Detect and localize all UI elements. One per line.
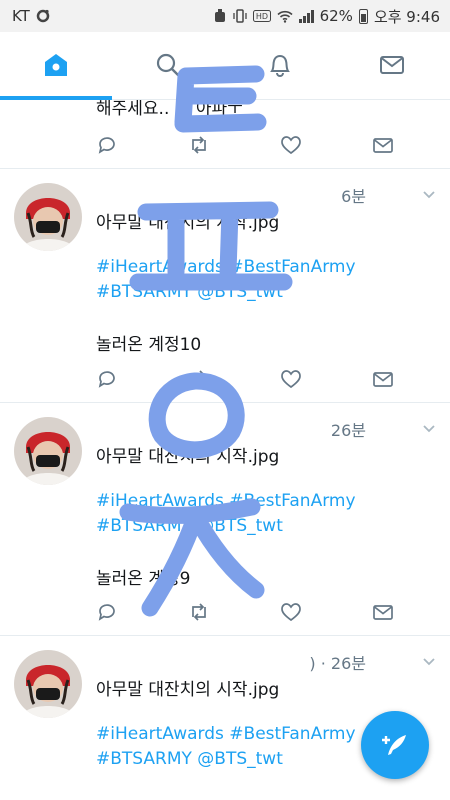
tweet-actions <box>96 134 406 158</box>
dm-share-icon[interactable] <box>372 368 394 390</box>
tab-notifications[interactable] <box>224 32 336 98</box>
retweet-icon[interactable] <box>188 134 210 156</box>
compose-tweet-button[interactable] <box>361 711 429 779</box>
reply-icon[interactable] <box>96 134 118 156</box>
carrier-label: KT <box>12 7 30 25</box>
compose-feather-icon <box>382 735 406 755</box>
timeline-feed[interactable]: 해주세요.. 이 아파ㅜ 6분 아무말 대잔치의 시작.jpg #iHeartA… <box>0 100 450 800</box>
like-icon[interactable] <box>280 601 302 623</box>
tweet-hashtags[interactable]: #iHeartAwards #BestFanArmy <box>96 491 356 511</box>
vibrate-icon <box>232 9 247 23</box>
tweet-actions <box>96 601 406 625</box>
chevron-down-icon[interactable] <box>422 654 436 668</box>
avatar[interactable] <box>14 183 82 251</box>
tweet-card[interactable]: 6분 아무말 대잔치의 시작.jpg #iHeartAwards #BestFa… <box>0 169 450 403</box>
avatar-image <box>14 417 82 485</box>
tab-home[interactable] <box>0 32 112 98</box>
tweet-text: 아무말 대잔치의 시작.jpg <box>96 447 280 467</box>
avatar[interactable] <box>14 650 82 718</box>
tab-messages[interactable] <box>336 32 448 98</box>
tweet-hashtags-line2[interactable]: #BTSARMY @BTS_twt <box>96 516 283 536</box>
retweet-icon[interactable] <box>188 368 210 390</box>
tweet-note: 놀러온 계정10 <box>96 335 202 355</box>
tweet-time: 6분 <box>341 187 366 206</box>
alarm-icon <box>214 9 225 22</box>
retweet-icon[interactable] <box>188 601 210 623</box>
tweet-text: 아무말 대잔치의 시작.jpg <box>96 680 280 700</box>
like-icon[interactable] <box>280 134 302 156</box>
home-icon <box>45 54 67 76</box>
battery-percent: 62% <box>319 7 353 25</box>
reply-icon[interactable] <box>96 368 118 390</box>
dm-share-icon[interactable] <box>372 134 394 156</box>
avatar-image <box>14 183 82 251</box>
signal-icon <box>298 9 314 23</box>
clock: 오후 9:46 <box>373 7 440 26</box>
tweet-note: 놀러온 계정9 <box>96 569 191 589</box>
tweet-hashtags[interactable]: #iHeartAwards #BestFanArmy <box>96 724 356 744</box>
chevron-down-icon[interactable] <box>422 187 436 201</box>
tweet-hashtags-line2[interactable]: #BTSARMY @BTS_twt <box>96 282 283 302</box>
reply-icon[interactable] <box>96 601 118 623</box>
tweet-hashtags[interactable]: #iHeartAwards #BestFanArmy <box>96 257 356 277</box>
bell-icon <box>270 54 290 77</box>
tweet-actions <box>96 368 406 392</box>
wifi-icon <box>277 10 293 23</box>
tweet-time: ) · 26분 <box>309 654 366 673</box>
tweet-card[interactable]: 해주세요.. 이 아파ㅜ <box>0 100 450 169</box>
svg-text:HD: HD <box>256 12 268 21</box>
like-icon[interactable] <box>280 368 302 390</box>
tweet-time: 26분 <box>330 421 366 440</box>
avatar[interactable] <box>14 417 82 485</box>
chevron-down-icon[interactable] <box>422 421 436 435</box>
hd-icon: HD <box>252 10 271 22</box>
tweet-hashtags-line2[interactable]: #BTSARMY @BTS_twt <box>96 749 283 769</box>
mail-icon <box>380 56 404 74</box>
tweet-card[interactable]: 26분 아무말 대잔치의 시작.jpg #iHeartAwards #BestF… <box>0 403 450 636</box>
tweet-text: 아무말 대잔치의 시작.jpg <box>96 213 280 233</box>
dm-share-icon[interactable] <box>372 601 394 623</box>
tab-search[interactable] <box>112 32 224 98</box>
battery-icon <box>358 8 368 24</box>
search-icon <box>156 53 180 77</box>
avatar-image <box>14 650 82 718</box>
tweet-text: 해주세요.. 이 아파ㅜ <box>96 100 243 119</box>
settings-dot-icon <box>36 9 50 23</box>
tab-bar <box>0 32 450 100</box>
status-bar: KT HD 62% 오후 9:46 <box>0 0 450 32</box>
